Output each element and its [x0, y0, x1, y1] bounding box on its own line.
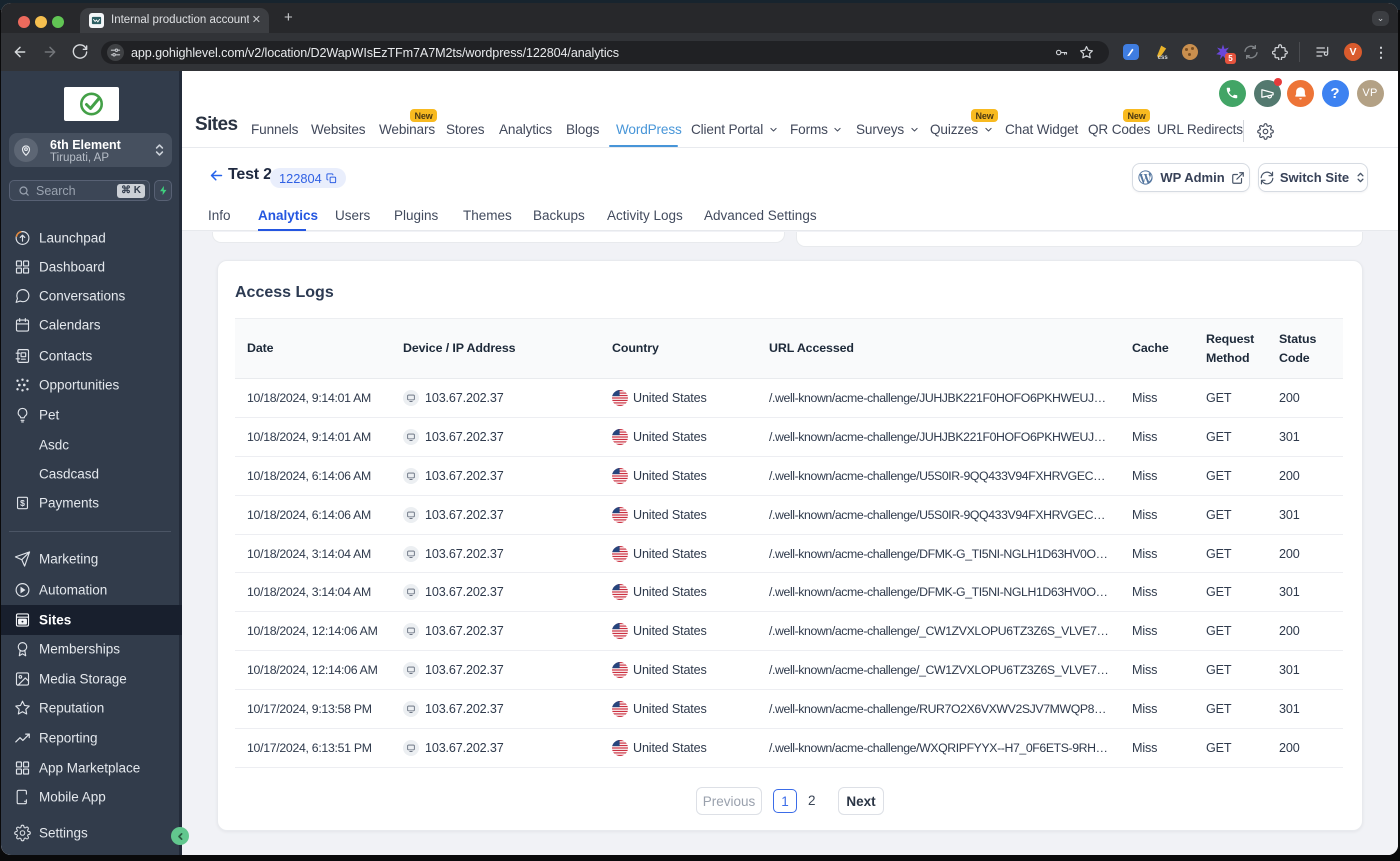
svg-text:css: css	[1158, 55, 1169, 61]
svg-text:$: $	[20, 498, 25, 508]
